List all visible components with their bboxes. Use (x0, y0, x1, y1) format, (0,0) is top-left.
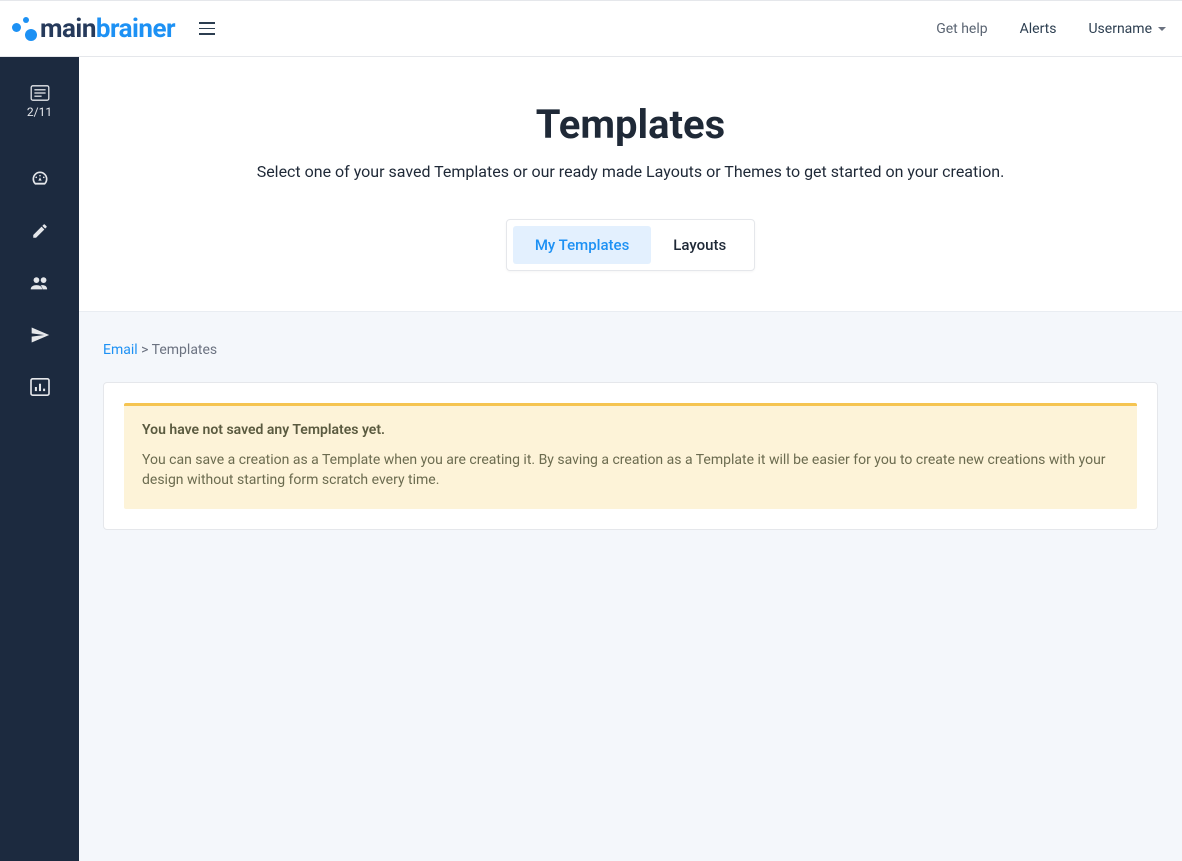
edit-icon[interactable] (30, 221, 50, 241)
breadcrumb-separator: > (138, 342, 152, 358)
users-icon[interactable] (30, 273, 50, 293)
breadcrumb-current: Templates (152, 342, 218, 358)
templates-card: You have not saved any Templates yet. Yo… (103, 382, 1158, 530)
chevron-down-icon (1158, 27, 1166, 31)
alert-body: You can save a creation as a Template wh… (142, 450, 1119, 491)
hero-section: Templates Select one of your saved Templ… (79, 57, 1182, 312)
send-icon[interactable] (30, 325, 50, 345)
username-dropdown[interactable]: Username (1088, 21, 1166, 37)
chart-icon[interactable] (30, 377, 50, 397)
content-area: Email > Templates You have not saved any… (79, 312, 1182, 861)
step-counter-label: 2/11 (27, 105, 52, 119)
tabs-container: My Templates Layouts (506, 219, 755, 271)
logo-text: mainbrainer (40, 14, 175, 44)
page-subtitle: Select one of your saved Templates or ou… (99, 162, 1162, 181)
sidebar: 2/11 (0, 57, 79, 861)
step-counter: 2/11 (27, 85, 52, 119)
tab-my-templates[interactable]: My Templates (513, 226, 651, 264)
menu-toggle-icon[interactable] (195, 18, 219, 39)
alerts-link[interactable]: Alerts (1020, 21, 1057, 37)
logo-wrapper: mainbrainer (10, 14, 219, 44)
top-nav: Get help Alerts Username (936, 21, 1166, 37)
list-card-icon (30, 85, 50, 101)
alert-title: You have not saved any Templates yet. (142, 422, 1119, 438)
logo-dots-icon (10, 15, 38, 43)
top-bar: mainbrainer Get help Alerts Username (0, 0, 1182, 57)
username-label: Username (1088, 21, 1152, 37)
get-help-link[interactable]: Get help (936, 21, 987, 37)
breadcrumb-link-email[interactable]: Email (103, 342, 138, 358)
tab-layouts[interactable]: Layouts (651, 226, 748, 264)
main-content: Templates Select one of your saved Templ… (79, 57, 1182, 861)
breadcrumb: Email > Templates (103, 342, 1158, 358)
dashboard-icon[interactable] (30, 169, 50, 189)
logo[interactable]: mainbrainer (10, 14, 175, 44)
page-title: Templates (99, 101, 1162, 148)
empty-state-alert: You have not saved any Templates yet. Yo… (124, 403, 1137, 509)
